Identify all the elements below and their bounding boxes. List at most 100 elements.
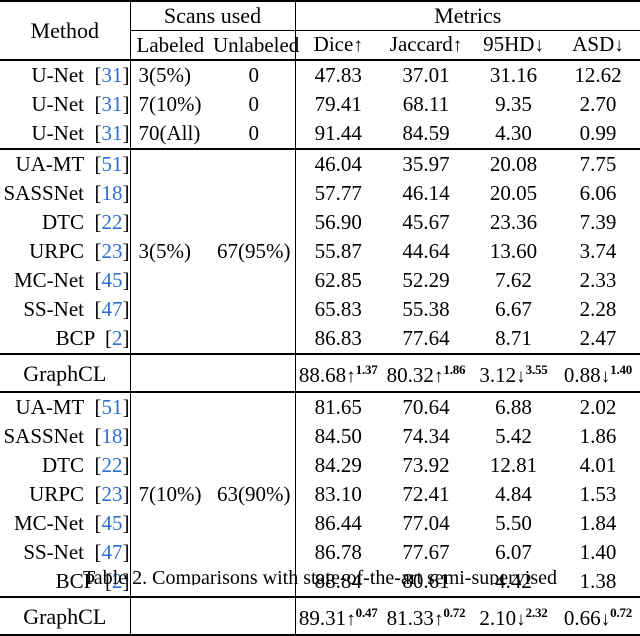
ref-bracket-open: [ bbox=[89, 540, 102, 564]
cell-asd: 4.01 bbox=[579, 453, 617, 477]
cell-dice: 86.83 bbox=[314, 326, 362, 350]
method-name: DTC bbox=[42, 210, 84, 234]
header-jaccard-label: Jaccard bbox=[389, 32, 453, 56]
asd-delta: 0.72 bbox=[610, 605, 633, 620]
dice-up-arrow-icon: ↑ bbox=[346, 366, 356, 387]
cell-dice: 86.78 bbox=[314, 540, 362, 564]
hd95-delta: 2.32 bbox=[525, 605, 548, 620]
cell-dice: 91.44 bbox=[314, 121, 362, 145]
reference-number[interactable]: 31 bbox=[102, 121, 123, 145]
reference-number[interactable]: 31 bbox=[102, 63, 123, 87]
reference-number[interactable]: 51 bbox=[102, 152, 123, 176]
method-name: MC-Net bbox=[14, 268, 84, 292]
row-method: U-Net [31] bbox=[0, 119, 131, 149]
reference-number[interactable]: 18 bbox=[102, 424, 123, 448]
header-unlabeled: Unlabeled bbox=[213, 30, 299, 60]
row-method: SS-Net [47] bbox=[0, 295, 131, 324]
table-row: UA-MT [51] 7(10%) 63(90%) 81.65 70.64 6.… bbox=[0, 391, 640, 597]
cell-asd: 2.47 bbox=[579, 326, 617, 350]
cell-jaccard: 70.64 bbox=[381, 391, 471, 422]
reference-number[interactable]: 18 bbox=[102, 181, 123, 205]
row-method: SS-Net [47] bbox=[0, 538, 131, 567]
cell-jaccard: 52.29 bbox=[402, 268, 450, 292]
cell-dice-result: 88.68↑1.37 bbox=[295, 353, 381, 392]
cell-asd: 2.02 bbox=[556, 391, 640, 422]
cell-dice: 81.65 bbox=[295, 391, 381, 422]
ref-bracket-close: ] bbox=[122, 297, 130, 321]
jaccard-value: 80.32 bbox=[386, 363, 434, 387]
row-method: BCP [2] bbox=[0, 324, 131, 354]
table-row: SS-Net [47] 86.78 77.67 6.07 1.40 bbox=[0, 538, 640, 567]
cell-95hd: 13.60 bbox=[489, 239, 538, 263]
reference-number[interactable]: 23 bbox=[102, 482, 123, 506]
asd-value: 0.66 bbox=[563, 606, 601, 630]
header-95hd: 95HD↓ bbox=[471, 30, 556, 60]
cell-dice: 46.04 bbox=[295, 148, 381, 179]
reference-number[interactable]: 45 bbox=[102, 511, 123, 535]
cell-dice: 47.83 bbox=[295, 59, 381, 90]
table-row: URPC [23] 83.10 72.41 4.84 1.53 bbox=[0, 480, 640, 509]
method-name: SS-Net bbox=[23, 540, 84, 564]
header-jaccard: Jaccard↑ bbox=[381, 30, 471, 60]
cell-dice: 84.50 bbox=[314, 424, 362, 448]
cell-95hd: 20.08 bbox=[471, 148, 556, 179]
jaccard-value: 81.33 bbox=[386, 606, 434, 630]
group-labeled-value: 7(10%) bbox=[138, 482, 202, 506]
hd95-value: 2.10 bbox=[479, 606, 517, 630]
ref-bracket-open: [ bbox=[89, 511, 102, 535]
cell-jaccard: 37.01 bbox=[381, 59, 471, 90]
dice-value: 88.68 bbox=[298, 363, 347, 387]
cell-jaccard: 77.64 bbox=[402, 326, 450, 350]
method-name: URPC bbox=[29, 482, 84, 506]
table-caption: Table 2. Comparisons with state-of-the-a… bbox=[82, 567, 558, 585]
reference-number[interactable]: 47 bbox=[102, 297, 123, 321]
reference-number[interactable]: 2 bbox=[112, 326, 123, 350]
ref-bracket-open: [ bbox=[99, 326, 112, 350]
table-row: SASSNet [18] 57.77 46.14 20.05 6.06 bbox=[0, 179, 640, 208]
cell-asd-result: 0.66↓0.72 bbox=[556, 596, 640, 636]
table-header-row-top: Method Scans used Metrics bbox=[0, 0, 640, 60]
reference-number[interactable]: 22 bbox=[102, 453, 123, 477]
cell-asd-result: 0.88↓1.40 bbox=[556, 353, 640, 392]
ref-bracket-close: ] bbox=[122, 511, 130, 535]
cell-95hd: 5.42 bbox=[495, 424, 532, 448]
method-name: MC-Net bbox=[14, 511, 84, 535]
reference-number[interactable]: 31 bbox=[102, 92, 123, 116]
cell-asd: 1.53 bbox=[579, 482, 617, 506]
jaccard-up-arrow-icon: ↑ bbox=[433, 366, 444, 387]
asd-value: 0.88 bbox=[563, 363, 601, 387]
row-method: URPC [23] bbox=[0, 480, 131, 509]
method-name: U-Net bbox=[31, 121, 84, 145]
cell-unlabeled: 0 bbox=[213, 90, 296, 119]
row-method: U-Net [31] bbox=[0, 59, 131, 90]
ref-bracket-open: [ bbox=[89, 239, 102, 263]
ref-bracket-close: ] bbox=[122, 424, 130, 448]
ref-bracket-close: ] bbox=[122, 268, 130, 292]
reference-number[interactable]: 22 bbox=[102, 210, 123, 234]
ref-bracket-close: ] bbox=[122, 482, 130, 506]
cell-asd: 0.99 bbox=[579, 121, 617, 145]
group-unlabeled-value: 63(90%) bbox=[217, 482, 291, 506]
ref-bracket-open: [ bbox=[89, 152, 102, 176]
group-labeled-value: 3(5%) bbox=[138, 239, 191, 263]
table-row: U-Net [31] 70(All) 0 91.44 84.59 4.30 0.… bbox=[0, 119, 640, 149]
cell-unlabeled: 0 bbox=[213, 59, 296, 90]
cell-95hd: 6.88 bbox=[471, 391, 556, 422]
table-row: DTC [22] 84.29 73.92 12.81 4.01 bbox=[0, 451, 640, 480]
row-method: SASSNet [18] bbox=[0, 179, 131, 208]
cell-asd: 7.75 bbox=[556, 148, 640, 179]
cell-95hd: 5.50 bbox=[495, 511, 532, 535]
reference-number[interactable]: 45 bbox=[102, 268, 123, 292]
row-method-graphcl: GraphCL bbox=[0, 353, 131, 392]
reference-number[interactable]: 23 bbox=[102, 239, 123, 263]
row-method: URPC [23] bbox=[0, 237, 131, 266]
row-method: UA-MT [51] bbox=[0, 148, 131, 179]
jaccard-up-arrow-icon: ↑ bbox=[433, 609, 444, 630]
cell-jaccard: 35.97 bbox=[381, 148, 471, 179]
reference-number[interactable]: 47 bbox=[102, 540, 123, 564]
cell-95hd: 23.36 bbox=[489, 210, 538, 234]
table-row: U-Net [31] 7(10%) 0 79.41 68.11 9.35 2.7… bbox=[0, 90, 640, 119]
cell-95hd: 7.62 bbox=[495, 268, 532, 292]
ref-bracket-close: ] bbox=[122, 92, 130, 116]
reference-number[interactable]: 51 bbox=[102, 395, 123, 419]
